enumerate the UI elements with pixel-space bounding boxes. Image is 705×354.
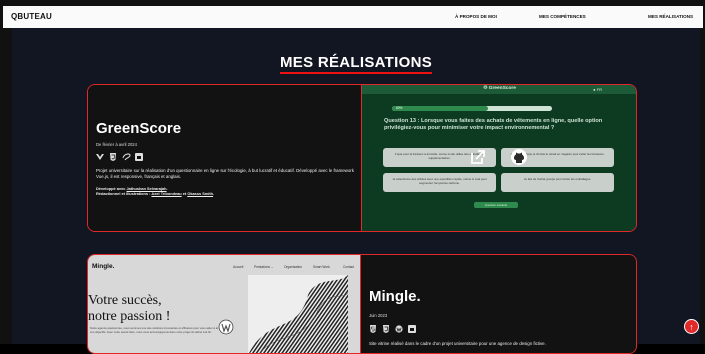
github-icon[interactable] [510, 148, 528, 166]
preview-hero-text: Notre agence passionnée, nous sommes une… [90, 326, 227, 334]
preview-brand: Mingle. [92, 263, 115, 270]
preview-next-button: Question suivante [474, 202, 518, 208]
project-info: GreenScore De février à avril 2024 Proje… [88, 85, 361, 231]
preview-progress-label: 60% [396, 106, 403, 110]
css3-icon [382, 325, 390, 333]
project-title: Mingle. [369, 288, 421, 305]
project-description: Projet universitaire sur la réalisation … [96, 168, 354, 179]
tech-icons [96, 153, 143, 161]
preview-nav-item: Smart Work [313, 265, 330, 269]
project-info: Mingle. Juin 2023 Site vitrine réalisé d… [360, 255, 636, 353]
site-header: QBUTEAU À PROPOS DE MOI MES COMPÉTENCES … [3, 6, 703, 28]
vuejs-icon [96, 153, 104, 161]
project-card-greenscore: GreenScore De février à avril 2024 Proje… [87, 84, 637, 232]
html5-icon [369, 325, 377, 333]
project-description: Site vitrine réalisé dans le cadre d'un … [369, 341, 546, 346]
external-link-icon[interactable] [469, 148, 487, 166]
site-logo[interactable]: QBUTEAU [11, 12, 52, 21]
nav-about[interactable]: À PROPOS DE MOI [455, 14, 497, 19]
project-date: De février à avril 2024 [96, 142, 137, 147]
preview-option: Je sélectionne des articles avec une exp… [383, 173, 496, 192]
project-title: GreenScore [96, 120, 182, 137]
project-card-mingle: Mingle. Accueil Prestations ⌄ Organisati… [87, 254, 637, 354]
preview-nav-item: Contact [343, 265, 354, 269]
wordpress-icon [395, 325, 403, 333]
photoshop-icon [408, 325, 416, 333]
css3-icon [109, 153, 117, 161]
scroll-to-top-button[interactable]: ↑ [684, 319, 699, 334]
credit-link-2[interactable]: Axel Tribondeau [151, 191, 181, 196]
projects-section: MES RÉALISATIONS GreenScore De février à… [12, 28, 700, 354]
photoshop-icon [135, 153, 143, 161]
sass-icon [122, 153, 131, 161]
credit-link-3[interactable]: Okasss Smith [187, 191, 213, 196]
project-credits: Développé avec Jathushan Selvarajah. Réd… [96, 186, 215, 196]
preview-lang: ● FR [593, 87, 602, 92]
preview-question: Question 13 : Lorsque vous faites des ac… [384, 118, 603, 131]
preview-nav-item: Prestations ⌄ [254, 265, 274, 269]
section-title: MES RÉALISATIONS [12, 54, 700, 74]
project-preview-mingle[interactable]: Mingle. Accueil Prestations ⌄ Organisati… [88, 255, 360, 353]
wordpress-icon[interactable] [218, 319, 234, 335]
tech-icons [369, 325, 416, 333]
preview-hero-title: Votre succès, notre passion ! [88, 293, 171, 324]
preview-abstract-art [248, 275, 348, 353]
nav-skills[interactable]: MES COMPÉTENCES [539, 14, 586, 19]
preview-progress-bar [392, 106, 552, 111]
preview-option: Je fais de l'achat groupé pour limiter l… [501, 173, 614, 192]
project-preview-greenscore[interactable]: ♲ GreenScore ● FR 60% Question 13 : Lors… [361, 85, 636, 231]
browser-viewport: QBUTEAU À PROPOS DE MOI MES COMPÉTENCES … [0, 0, 705, 354]
preview-nav-item: Accueil [233, 265, 244, 269]
project-date: Juin 2023 [369, 313, 388, 318]
preview-nav-item: Organisation [284, 265, 303, 269]
nav-projects[interactable]: MES RÉALISATIONS [648, 14, 693, 19]
